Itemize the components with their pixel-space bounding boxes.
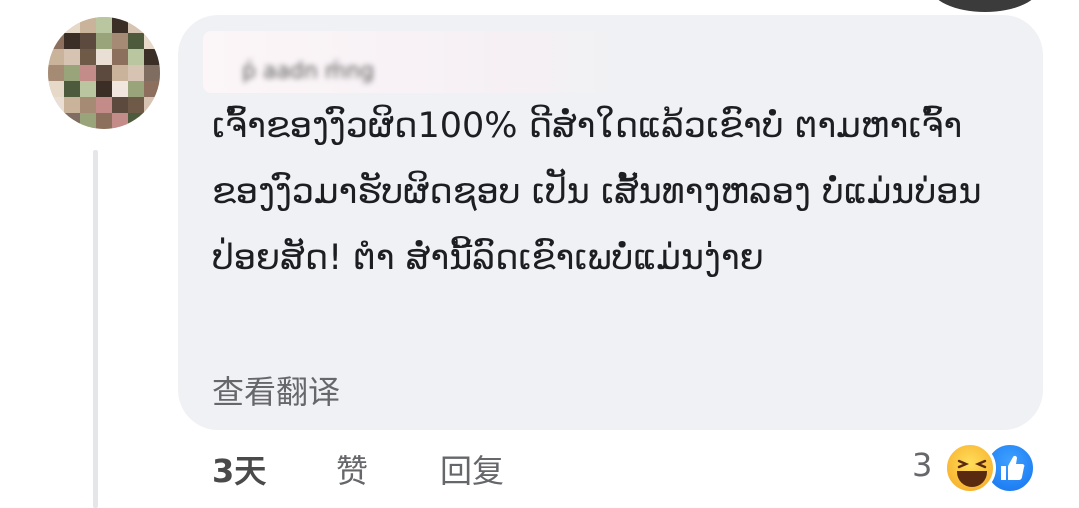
top-edge-element	[930, 0, 1040, 12]
thread-line	[93, 150, 98, 508]
reaction-count[interactable]: 3	[912, 446, 932, 484]
reaction-icons[interactable]	[944, 440, 1054, 496]
comment-timestamp[interactable]: 3天	[212, 446, 266, 492]
comment-text: ເຈົ້າຂອງງົວຜິດ100% ດີສໍ່າໃດແລ້ວເຂົາບໍ່ ຕ…	[212, 106, 982, 278]
comment-bubble: ṕ aadn ḿng ເຈົ້າຂອງງົວຜິດ100% ດີສໍ່າໃດແລ…	[178, 15, 1043, 430]
author-name[interactable]: ṕ aadn ḿng	[242, 59, 512, 85]
reply-button[interactable]: 回复	[440, 446, 504, 492]
translate-link[interactable]: 查看翻译	[212, 367, 340, 413]
avatar[interactable]	[48, 17, 160, 129]
like-button[interactable]: 赞	[336, 446, 368, 492]
haha-icon	[944, 442, 996, 494]
